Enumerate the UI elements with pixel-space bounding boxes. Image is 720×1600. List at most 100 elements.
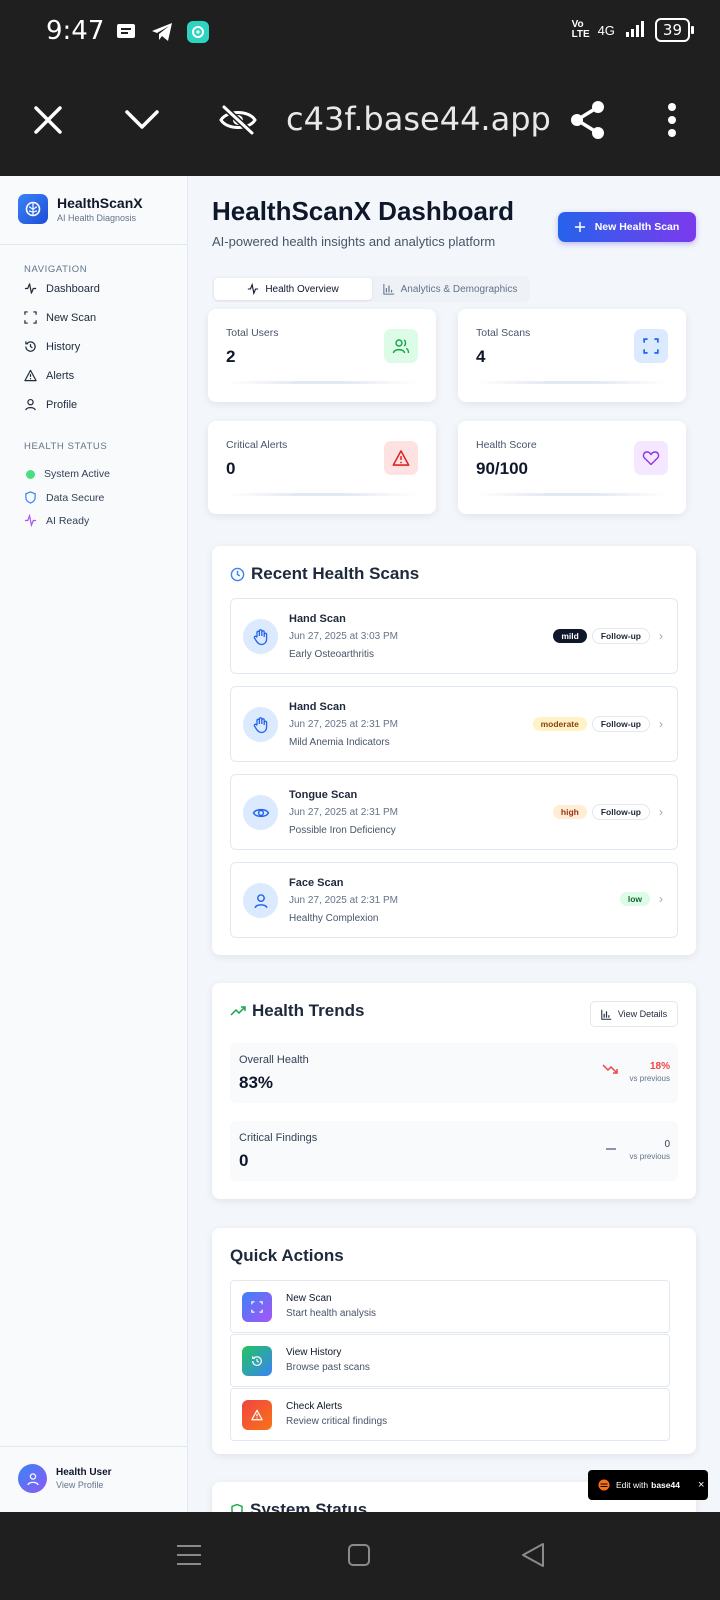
trend-critical-findings: Critical Findings 0 0 vs previous [230, 1121, 678, 1181]
scan-finding: Healthy Complexion [289, 913, 379, 924]
stat-value: 4 [476, 347, 486, 366]
scan-list-item[interactable]: Hand Scan Jun 27, 2025 at 2:31 PM Mild A… [230, 686, 678, 762]
divider [0, 1446, 188, 1447]
chevron-right-icon[interactable]: › [659, 629, 663, 643]
scan-icon [24, 311, 37, 324]
share-icon[interactable] [566, 98, 610, 142]
severity-badge: moderate [532, 717, 587, 731]
status-label: Data Secure [46, 491, 105, 504]
status-ai-ready: AI Ready [24, 514, 89, 527]
trend-value: 0 [239, 1151, 249, 1170]
status-label: AI Ready [46, 514, 90, 527]
quick-action-view-history[interactable]: View History Browse past scans [230, 1334, 670, 1387]
section-title: Health Trends [230, 1001, 364, 1021]
scan-list-item[interactable]: Tongue Scan Jun 27, 2025 at 2:31 PM Poss… [230, 774, 678, 850]
system-icons: Vo LTE 4G 39 [572, 18, 695, 42]
sidebar-item-history[interactable]: History [24, 340, 80, 353]
chevron-right-icon[interactable]: › [659, 717, 663, 731]
scan-list-item[interactable]: Face Scan Jun 27, 2025 at 2:31 PM Health… [230, 862, 678, 938]
health-status-heading: HEALTH STATUS [24, 441, 108, 452]
plus-icon [574, 222, 585, 232]
chevron-right-icon[interactable]: › [659, 805, 663, 819]
scan-icon [242, 1292, 272, 1322]
nav-heading: NAVIGATION [24, 264, 88, 275]
brand-subtitle: AI Health Diagnosis [57, 213, 137, 223]
follow-up-badge: Follow-up [591, 716, 650, 732]
close-icon[interactable] [26, 98, 70, 142]
trending-up-icon [230, 1006, 246, 1016]
bar-chart-icon [382, 283, 394, 295]
severity-badge: low [619, 892, 650, 906]
alert-triangle-icon [384, 441, 418, 475]
shield-icon [231, 1503, 243, 1512]
sidebar-item-profile[interactable]: Profile [24, 398, 77, 411]
status-label: System Active [44, 468, 110, 480]
bar-chart-icon [601, 1009, 612, 1020]
section-title-text: System Status [250, 1500, 368, 1512]
divider [476, 493, 668, 496]
signal-icon [625, 20, 645, 41]
base44-logo-icon [598, 1479, 610, 1491]
trend-overall-health: Overall Health 83% 18% vs previous [230, 1043, 678, 1103]
quick-actions-panel: Quick Actions New Scan Start health anal… [212, 1228, 696, 1454]
trend-label: Overall Health [239, 1054, 309, 1066]
menu-icon[interactable] [174, 1540, 204, 1570]
quick-action-check-alerts[interactable]: Check Alerts Review critical findings [230, 1388, 670, 1441]
scan-date: Jun 27, 2025 at 2:31 PM [289, 895, 398, 906]
edit-with-base44-badge[interactable]: Edit with base44 × [588, 1470, 708, 1500]
section-title-text: Recent Health Scans [251, 564, 420, 583]
tab-health-overview[interactable]: Health Overview [214, 278, 372, 300]
scan-list-item[interactable]: Hand Scan Jun 27, 2025 at 3:03 PM Early … [230, 598, 678, 674]
sidebar-item-label: New Scan [46, 311, 97, 324]
view-profile-link[interactable]: View Profile [56, 1480, 112, 1490]
brand[interactable]: HealthScanX AI Health Diagnosis [18, 194, 143, 224]
sidebar-item-label: Alerts [46, 369, 75, 382]
trend-value: 83% [239, 1073, 274, 1092]
stat-label: Critical Alerts [226, 439, 288, 451]
history-icon [25, 341, 36, 352]
tab-label: Analytics & Demographics [400, 283, 518, 295]
tab-bar: Health Overview Analytics & Demographics [212, 276, 530, 302]
activity-icon [24, 283, 37, 294]
home-icon[interactable] [344, 1540, 374, 1570]
stat-label: Health Score [476, 439, 537, 451]
close-icon[interactable]: × [698, 1479, 704, 1491]
scan-icon [634, 329, 668, 363]
stat-value: 2 [226, 347, 236, 366]
quick-action-title: Check Alerts [286, 1401, 343, 1412]
back-icon[interactable] [518, 1540, 548, 1570]
eye-off-icon[interactable] [216, 98, 260, 142]
minus-icon [606, 1148, 616, 1150]
user-name: Health User [56, 1467, 112, 1478]
scan-name: Hand Scan [289, 701, 346, 713]
user-icon [243, 883, 278, 918]
sidebar-item-dashboard[interactable]: Dashboard [24, 282, 100, 295]
shield-icon [25, 491, 36, 504]
quick-action-new-scan[interactable]: New Scan Start health analysis [230, 1280, 670, 1333]
quick-action-subtitle: Review critical findings [286, 1416, 388, 1427]
sidebar-item-alerts[interactable]: Alerts [24, 369, 74, 382]
web-page: HealthScanX AI Health Diagnosis NAVIGATI… [0, 176, 720, 1512]
sidebar-item-new-scan[interactable]: New Scan [24, 311, 96, 324]
status-data-secure: Data Secure [24, 491, 104, 504]
chevron-right-icon[interactable]: › [659, 892, 663, 906]
quick-action-subtitle: Start health analysis [286, 1308, 377, 1319]
chevron-down-icon[interactable] [120, 98, 164, 142]
status-bar: 9:47 Vo LTE 4G 39 [0, 0, 720, 64]
follow-up-badge: Follow-up [591, 804, 650, 820]
trend-vs-label: vs previous [629, 1074, 670, 1083]
network-type: 4G [597, 22, 615, 38]
tab-analytics-demographics[interactable]: Analytics & Demographics [372, 278, 528, 300]
alert-triangle-icon [24, 369, 37, 382]
new-health-scan-button[interactable]: New Health Scan [558, 212, 696, 242]
edit-brand: base44 [651, 1480, 680, 1490]
more-vertical-icon[interactable] [650, 98, 694, 142]
view-details-button[interactable]: View Details [590, 1001, 678, 1027]
stat-card-total-users: Total Users 2 [208, 309, 436, 402]
quick-action-title: New Scan [286, 1293, 332, 1304]
scan-finding: Mild Anemia Indicators [289, 737, 390, 748]
url-text[interactable]: c43f.base44.app [286, 100, 551, 138]
users-icon [384, 329, 418, 363]
user-profile[interactable]: Health User View Profile [18, 1464, 112, 1493]
sidebar-item-label: Profile [46, 398, 78, 411]
